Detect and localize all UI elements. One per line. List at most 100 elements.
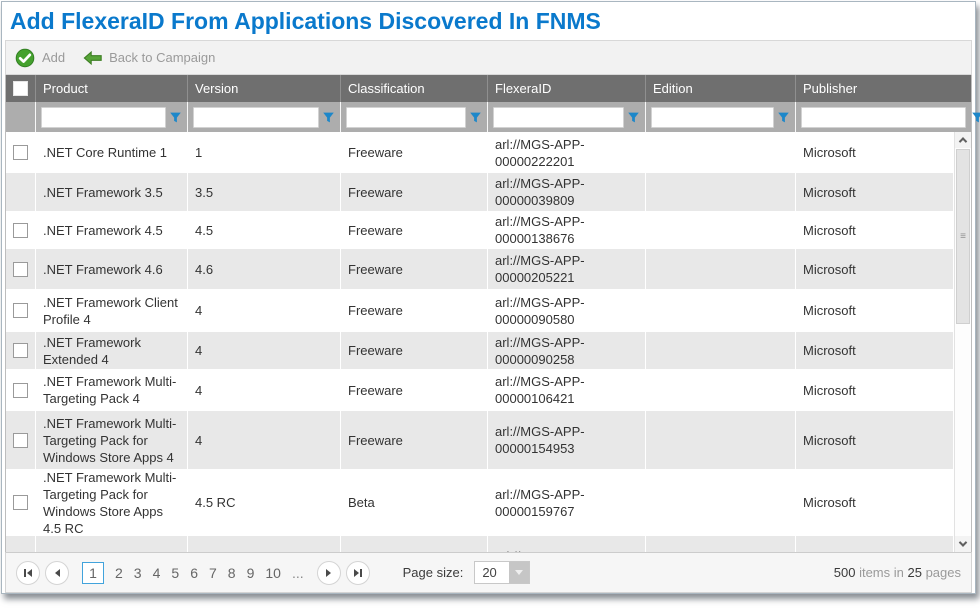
page-button-10[interactable]: 10 bbox=[265, 565, 281, 581]
dropdown-arrow-icon[interactable] bbox=[509, 562, 529, 583]
row-checkbox[interactable] bbox=[13, 495, 28, 510]
cell-classification: Freeware bbox=[341, 132, 488, 173]
column-header-edition[interactable]: Edition bbox=[646, 75, 796, 102]
items-summary: 500 items in 25 pages bbox=[834, 565, 961, 580]
cell-version: 4.5 RC bbox=[188, 469, 341, 536]
filter-input-product[interactable] bbox=[41, 107, 166, 128]
row-checkbox[interactable] bbox=[13, 262, 28, 277]
column-header-version[interactable]: Version bbox=[188, 75, 341, 102]
filter-input-edition[interactable] bbox=[651, 107, 774, 128]
select-all-cell bbox=[6, 75, 36, 102]
filter-input-publisher[interactable] bbox=[801, 107, 966, 128]
scroll-up-button[interactable] bbox=[955, 132, 971, 148]
filter-funnel-icon[interactable] bbox=[169, 109, 182, 126]
cell-edition bbox=[646, 132, 796, 173]
table-row[interactable]: .NET Framework 3.53.5Freewarearl://MGS-A… bbox=[6, 173, 954, 211]
filter-row-spacer bbox=[6, 102, 36, 132]
filter-funnel-icon[interactable] bbox=[969, 109, 980, 126]
page-button-7[interactable]: 7 bbox=[209, 565, 217, 581]
filter-funnel-icon[interactable] bbox=[777, 109, 790, 126]
filter-cell-publisher bbox=[796, 102, 980, 132]
grid-body: .NET Core Runtime 11Freewarearl://MGS-AP… bbox=[6, 132, 954, 552]
cell-product: .NET Framework Multi-Targeting Pack 4 bbox=[36, 369, 188, 411]
row-checkbox[interactable] bbox=[13, 145, 28, 160]
table-row[interactable]: .NET Framework Multi-Targeting Pack for … bbox=[6, 411, 954, 469]
column-header-classification[interactable]: Classification bbox=[341, 75, 488, 102]
page-button-8[interactable]: 8 bbox=[228, 565, 236, 581]
cell-publisher: Microsoft bbox=[796, 469, 954, 536]
page-title: Add FlexeraID From Applications Discover… bbox=[2, 2, 975, 40]
page-size-select[interactable]: 20 bbox=[474, 561, 530, 584]
cell-product: .NET Framework 4.6 bbox=[36, 249, 188, 289]
filter-cell-flexeraid bbox=[488, 102, 646, 132]
table-row[interactable]: .NET Framework Multi-Targeting Pack 44Fr… bbox=[6, 369, 954, 411]
table-row[interactable]: arl://MGS- bbox=[6, 536, 954, 552]
filter-funnel-icon[interactable] bbox=[469, 109, 482, 126]
table-row[interactable]: .NET Framework Multi-Targeting Pack for … bbox=[6, 469, 954, 536]
row-checkbox[interactable] bbox=[13, 383, 28, 398]
pages-count: 25 bbox=[907, 565, 921, 580]
row-select-cell bbox=[6, 289, 36, 332]
cell-version: 4.6 bbox=[188, 249, 341, 289]
filter-input-version[interactable] bbox=[193, 107, 319, 128]
page-button-2[interactable]: 2 bbox=[115, 565, 123, 581]
column-header-publisher[interactable]: Publisher bbox=[796, 75, 971, 102]
row-select-cell bbox=[6, 132, 36, 173]
column-header-flexeraid[interactable]: FlexeraID bbox=[488, 75, 646, 102]
cell-edition bbox=[646, 249, 796, 289]
page-button-6[interactable]: 6 bbox=[190, 565, 198, 581]
row-checkbox[interactable] bbox=[13, 303, 28, 318]
page-button-5[interactable]: 5 bbox=[171, 565, 179, 581]
scrollbar-thumb[interactable]: ≡ bbox=[956, 149, 970, 324]
page-button-1[interactable]: 1 bbox=[82, 562, 104, 584]
row-select-cell bbox=[6, 469, 36, 536]
page-button-3[interactable]: 3 bbox=[134, 565, 142, 581]
row-select-cell bbox=[6, 536, 36, 552]
filter-funnel-icon[interactable] bbox=[627, 109, 640, 126]
cell-classification: Freeware bbox=[341, 211, 488, 249]
row-checkbox[interactable] bbox=[13, 343, 28, 358]
cell-publisher: Microsoft bbox=[796, 132, 954, 173]
table-row[interactable]: .NET Framework 4.64.6Freewarearl://MGS-A… bbox=[6, 249, 954, 289]
last-page-button[interactable] bbox=[346, 561, 370, 585]
cell-edition bbox=[646, 369, 796, 411]
cell-edition bbox=[646, 332, 796, 369]
row-checkbox[interactable] bbox=[13, 433, 28, 448]
cell-edition bbox=[646, 211, 796, 249]
prev-page-button[interactable] bbox=[45, 561, 69, 585]
table-row[interactable]: .NET Framework 4.54.5Freewarearl://MGS-A… bbox=[6, 211, 954, 249]
vertical-scrollbar[interactable]: ≡ bbox=[954, 132, 971, 552]
next-page-button[interactable] bbox=[317, 561, 341, 585]
add-button[interactable]: Add bbox=[14, 47, 65, 69]
table-row[interactable]: .NET Framework Client Profile 44Freeware… bbox=[6, 289, 954, 332]
page-button-4[interactable]: 4 bbox=[153, 565, 161, 581]
cell-publisher: Microsoft bbox=[796, 211, 954, 249]
column-header-product[interactable]: Product bbox=[36, 75, 188, 102]
row-select-cell bbox=[6, 249, 36, 289]
table-row[interactable]: .NET Framework Extended 44Freewarearl://… bbox=[6, 332, 954, 369]
table-row[interactable]: .NET Core Runtime 11Freewarearl://MGS-AP… bbox=[6, 132, 954, 173]
applications-grid: ProductVersionClassificationFlexeraIDEdi… bbox=[5, 75, 972, 552]
back-button-label: Back to Campaign bbox=[109, 50, 215, 65]
cell-flexeraid: arl://MGS-APP-00000154953 bbox=[488, 411, 646, 469]
cell-flexeraid: arl://MGS-APP-00000222201 bbox=[488, 132, 646, 173]
back-to-campaign-button[interactable]: Back to Campaign bbox=[83, 50, 215, 66]
grid-header-row: ProductVersionClassificationFlexeraIDEdi… bbox=[6, 75, 971, 102]
cell-publisher: Microsoft bbox=[796, 173, 954, 211]
add-button-label: Add bbox=[42, 50, 65, 65]
cell-classification: Freeware bbox=[341, 411, 488, 469]
filter-funnel-icon[interactable] bbox=[322, 109, 335, 126]
scroll-down-button[interactable] bbox=[955, 536, 971, 552]
page-button-9[interactable]: 9 bbox=[247, 565, 255, 581]
arrow-left-icon bbox=[83, 50, 103, 66]
cell-product: .NET Core Runtime 1 bbox=[36, 132, 188, 173]
select-all-checkbox[interactable] bbox=[13, 81, 28, 96]
filter-input-flexeraid[interactable] bbox=[493, 107, 624, 128]
row-checkbox[interactable] bbox=[13, 223, 28, 238]
cell-edition bbox=[646, 536, 796, 552]
items-summary-text: items in bbox=[859, 565, 904, 580]
filter-input-classification[interactable] bbox=[346, 107, 466, 128]
cell-version: 3.5 bbox=[188, 173, 341, 211]
cell-flexeraid: arl://MGS-APP-00000106421 bbox=[488, 369, 646, 411]
first-page-button[interactable] bbox=[16, 561, 40, 585]
